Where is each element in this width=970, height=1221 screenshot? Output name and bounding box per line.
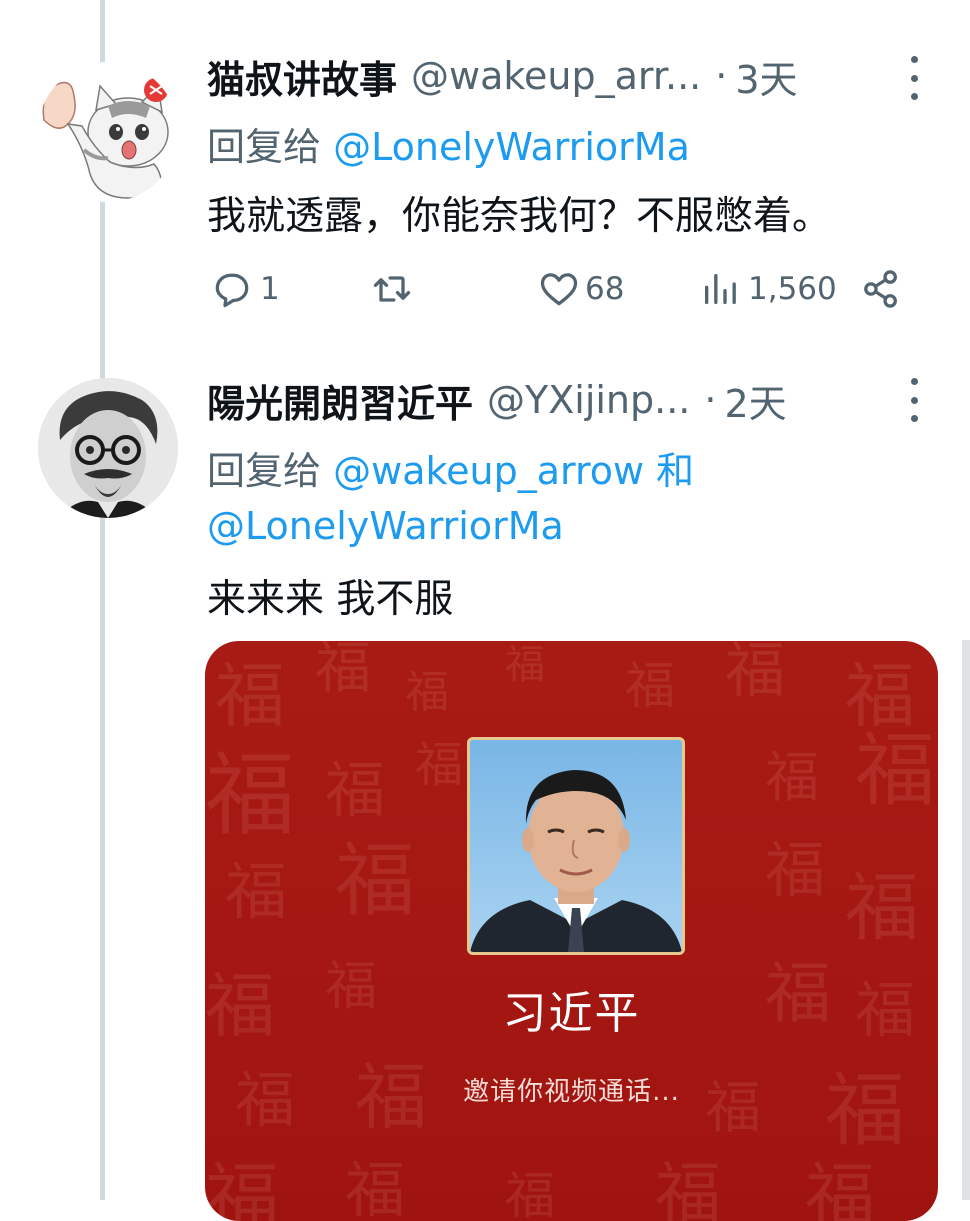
fu-watermark-glyph: 福 [855, 724, 935, 817]
fu-watermark-glyph: 福 [415, 737, 464, 793]
fu-watermark-glyph: 福 [335, 834, 415, 927]
more-icon[interactable] [904, 378, 924, 422]
fu-watermark-glyph: 福 [845, 865, 919, 951]
caller-portrait-image [470, 740, 682, 952]
avatar-portrait[interactable] [38, 378, 178, 518]
separator-dot: · [704, 378, 717, 422]
fu-watermark-glyph: 福 [505, 1167, 555, 1221]
reply-conjunction: 和 [656, 449, 695, 493]
fu-watermark-glyph: 福 [805, 1155, 875, 1221]
fu-watermark-glyph: 福 [655, 1155, 721, 1221]
fu-watermark-glyph: 福 [205, 1155, 279, 1221]
fu-watermark-glyph: 福 [405, 667, 449, 718]
reply-prefix: 回复给 [207, 449, 322, 493]
edge-scroll-strip [962, 640, 970, 1200]
fu-watermark-glyph: 福 [225, 855, 288, 928]
fu-watermark-glyph: 福 [765, 836, 825, 906]
fu-watermark-glyph: 福 [625, 657, 675, 715]
reply-to-line: 回复给 @wakeup_arrow 和 [207, 440, 694, 495]
fu-watermark-glyph: 福 [505, 642, 545, 688]
tweet-media-image[interactable]: 福福福福福福福福福福福福福福福福福福福福福福福福福福福福福 习近平 邀请你视频通… [205, 641, 938, 1221]
call-status-text: 邀请你视频通话... [463, 1077, 680, 1107]
display-name[interactable]: 陽光開朗習近平 [207, 373, 473, 428]
fu-watermark-glyph: 福 [205, 743, 295, 848]
fu-watermark-glyph: 福 [845, 655, 915, 737]
tweet-text: 来来来 我不服 [207, 577, 454, 622]
caller-photo [467, 737, 685, 955]
reply-mention-link-1[interactable]: @wakeup_arrow [333, 449, 644, 493]
fu-watermark-glyph: 福 [215, 655, 285, 737]
tweet-2[interactable]: 陽光開朗習近平 @YXijinp... · 2天 回复给 @wakeup_arr… [0, 0, 970, 1221]
fu-watermark-glyph: 福 [765, 746, 819, 809]
caller-name: 习近平 [502, 988, 641, 1039]
fu-watermark-glyph: 福 [345, 1156, 405, 1221]
fu-watermark-glyph: 福 [725, 641, 785, 706]
portrait-avatar-image [38, 378, 178, 518]
user-handle[interactable]: @YXijinp... [487, 378, 690, 422]
tweet-header: 陽光開朗習近平 @YXijinp... · 2天 [207, 372, 787, 428]
reply-mention-link-2[interactable]: @LonelyWarriorMa [207, 504, 564, 548]
fu-watermark-glyph: 福 [325, 756, 385, 826]
fu-watermark-glyph: 福 [315, 641, 371, 701]
tweet-time[interactable]: 2天 [724, 373, 786, 428]
